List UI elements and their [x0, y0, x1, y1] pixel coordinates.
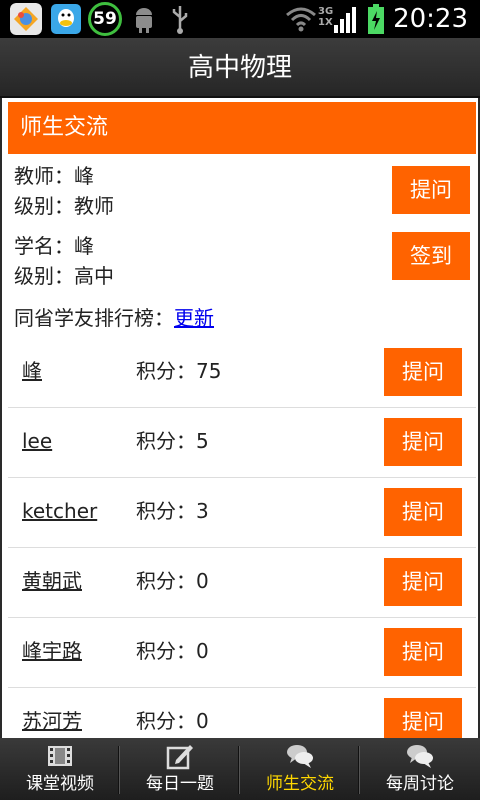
main-content[interactable]: 师生交流 教师：峰 级别：教师 提问 学名：峰 级别：高中 签到 同省学友排行榜…: [0, 98, 480, 738]
student-name: 学名：峰: [14, 234, 94, 258]
status-bar: 59 3G 1X 20:23: [0, 0, 480, 38]
ranking-score: 积分：0: [136, 709, 209, 733]
ranking-row: 峰 积分：75 提问: [8, 338, 476, 408]
tab-label: 每日一题: [146, 774, 214, 794]
film-icon: [48, 746, 72, 766]
ranking-user-name[interactable]: 苏河芳: [22, 688, 82, 738]
ranking-user-name[interactable]: ketcher: [22, 478, 97, 544]
ranking-row: lee 积分：5 提问: [8, 408, 476, 478]
ranking-user-name[interactable]: 黄朝武: [22, 548, 82, 614]
checkin-button[interactable]: 签到: [392, 232, 470, 280]
network-1x-label: 1X: [318, 17, 333, 28]
student-level: 级别：高中: [14, 264, 114, 288]
signal-strength-icon: [334, 7, 356, 33]
chat-bubbles-icon: [287, 745, 313, 768]
title-bar: 高中物理: [0, 38, 480, 98]
ranking-score: 积分：75: [136, 359, 222, 383]
ranking-user-name[interactable]: lee: [22, 408, 52, 474]
ask-user-button[interactable]: 提问: [384, 418, 462, 466]
ask-user-button[interactable]: 提问: [384, 558, 462, 606]
bottom-tab-bar: 课堂视频 每日一题 师生交流 每周讨论: [0, 738, 480, 800]
battery-charging-icon: [368, 4, 384, 34]
ask-teacher-button[interactable]: 提问: [392, 166, 470, 214]
section-header: 师生交流: [8, 102, 476, 154]
ranking-score: 积分：0: [136, 569, 209, 593]
status-clock: 20:23: [393, 4, 468, 34]
tab-weekly-discussion[interactable]: 每周讨论: [360, 738, 480, 800]
wifi-icon: [286, 7, 316, 32]
tab-teacher-student[interactable]: 师生交流: [240, 738, 360, 800]
network-type-label: 3G 1X: [318, 6, 333, 28]
tab-label: 师生交流: [266, 774, 334, 794]
ranking-list: 峰 积分：75 提问 lee 积分：5 提问 ketcher 积分：3 提问 黄…: [8, 338, 476, 738]
network-3g-label: 3G: [318, 6, 334, 17]
notification-count-badge: 59: [88, 2, 122, 36]
ask-user-button[interactable]: 提问: [384, 348, 462, 396]
usb-icon: [172, 6, 188, 34]
ranking-score: 积分：0: [136, 639, 209, 663]
tab-label: 每周讨论: [386, 774, 454, 794]
edit-icon: [166, 745, 193, 770]
ask-user-button[interactable]: 提问: [384, 488, 462, 536]
tab-label: 课堂视频: [26, 774, 94, 794]
ask-user-button[interactable]: 提问: [384, 698, 462, 738]
ranking-row: 峰宇路 积分：0 提问: [8, 618, 476, 688]
ranking-user-name[interactable]: 峰: [22, 338, 42, 404]
ranking-row: ketcher 积分：3 提问: [8, 478, 476, 548]
qq-icon: [51, 4, 81, 34]
ask-user-button[interactable]: 提问: [384, 628, 462, 676]
tab-class-video[interactable]: 课堂视频: [0, 738, 120, 800]
refresh-ranking-link[interactable]: 更新: [174, 306, 214, 330]
page-title: 高中物理: [187, 53, 292, 83]
teacher-name: 教师：峰: [14, 164, 94, 188]
ranking-score: 积分：3: [136, 499, 209, 523]
tab-daily-question[interactable]: 每日一题: [120, 738, 240, 800]
chat-bubbles-icon: [407, 745, 433, 768]
ranking-label-text: 同省学友排行榜：: [14, 306, 174, 330]
teacher-level: 级别：教师: [14, 194, 114, 218]
app-store-icon: [10, 3, 42, 35]
android-icon: [136, 8, 152, 33]
ranking-score: 积分：5: [136, 429, 209, 453]
ranking-user-name[interactable]: 峰宇路: [22, 618, 82, 684]
ranking-row: 苏河芳 积分：0 提问: [8, 688, 476, 738]
ranking-label: 同省学友排行榜：更新: [14, 304, 214, 332]
ranking-row: 黄朝武 积分：0 提问: [8, 548, 476, 618]
